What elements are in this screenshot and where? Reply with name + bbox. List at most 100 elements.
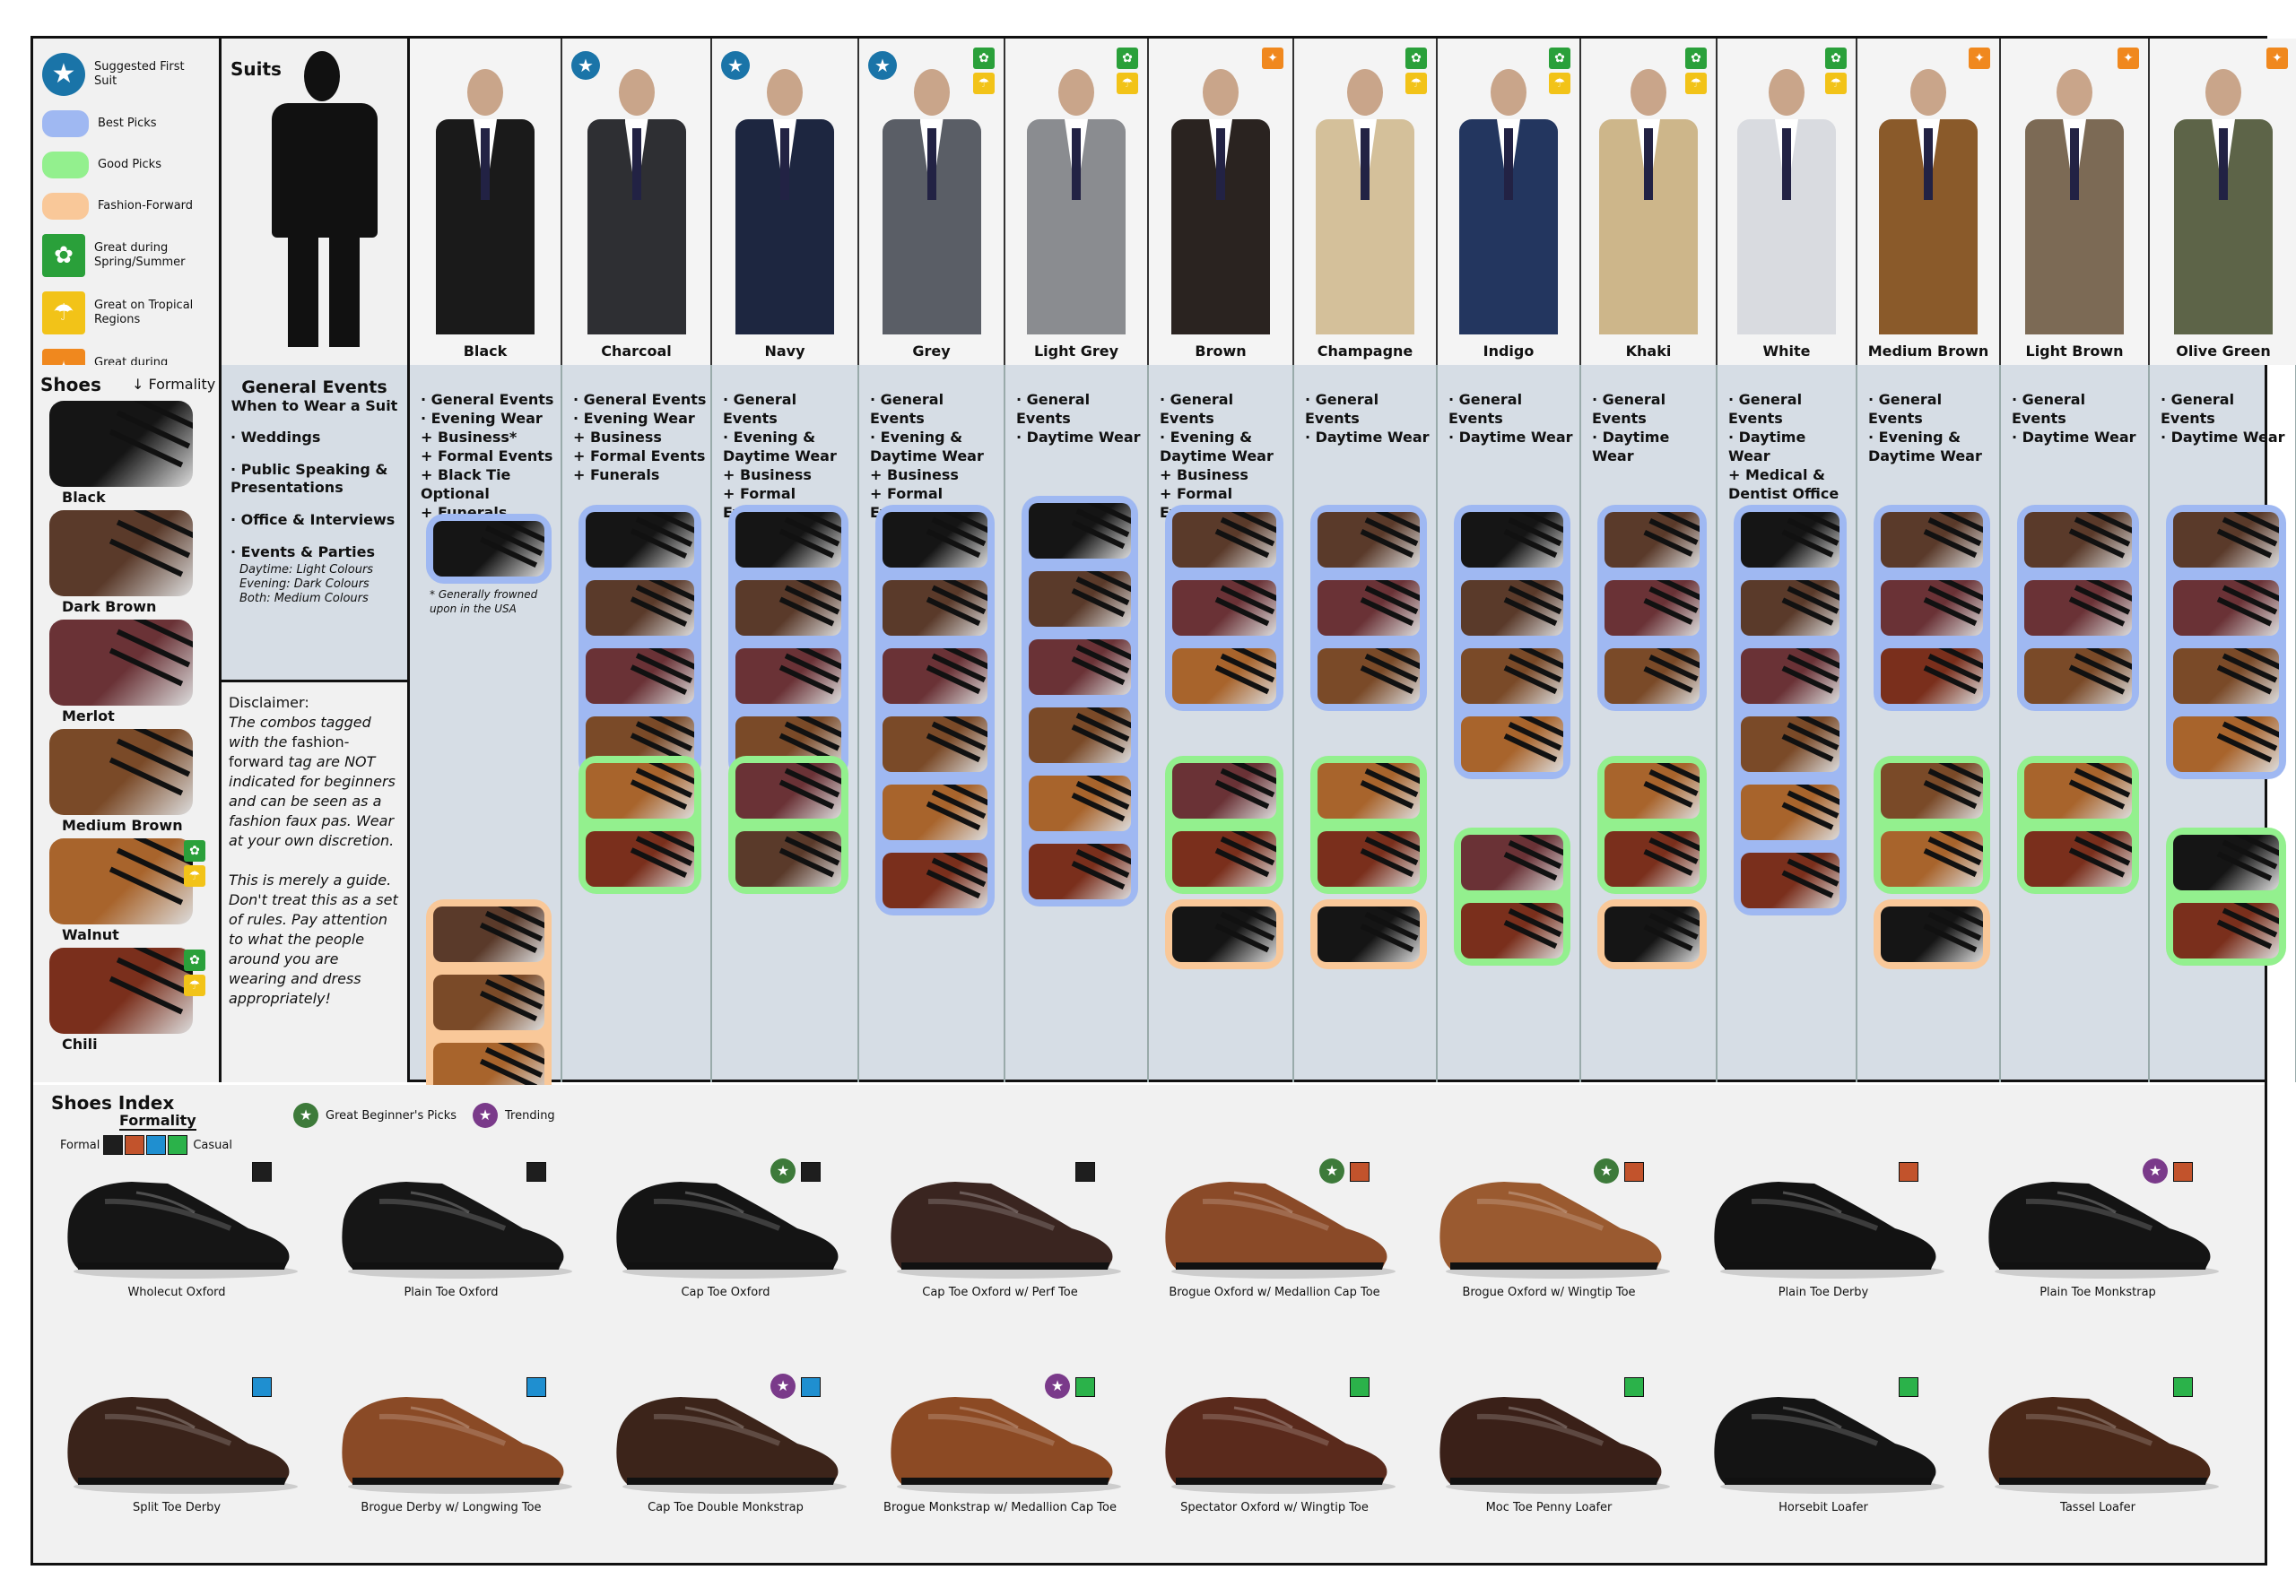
suit-model: [1728, 56, 1845, 334]
pairing-column: · General Events · Daytime Wear: [1005, 365, 1149, 1082]
shoe-thumb: [1881, 512, 1983, 568]
suit-name: Grey: [912, 343, 951, 360]
index-shoe: ★ Plain Toe Monkstrap: [1972, 1157, 2223, 1299]
best-picks-group: [2017, 505, 2139, 711]
umbrella-icon: ☂: [42, 291, 85, 334]
fashion-forward-group: [1310, 899, 1427, 969]
shoe-style-name: Plain Toe Monkstrap: [2039, 1286, 2156, 1299]
legend-label: Great on Tropical Regions: [94, 299, 194, 326]
occasion-text: · General Events · Daytime Wear: [1305, 391, 1430, 446]
shoe-thumb: [2173, 580, 2279, 636]
suit-name: Charcoal: [601, 343, 672, 360]
shoe-thumb: [1461, 648, 1563, 704]
shoe-thumb: [1881, 763, 1983, 819]
legend-best: Best Picks: [42, 110, 210, 137]
maple-leaf-icon: ✦: [2118, 48, 2139, 69]
suit-column: ✿ ☂ Khaki: [1581, 39, 1718, 365]
formality-swatch: [801, 1162, 821, 1182]
shoe-swatch: [49, 729, 193, 815]
shoe-thumb: [1461, 580, 1563, 636]
star-icon: ★: [473, 1103, 498, 1128]
suit-column: ★ Navy: [712, 39, 859, 365]
suit-model: [1162, 56, 1279, 334]
tree-icon: ✿: [973, 48, 995, 69]
suit-column: ✿ ☂ White: [1718, 39, 1857, 365]
formal-label: Formal: [60, 1138, 100, 1152]
shoe-thumb: [2173, 716, 2279, 772]
good-picks-group: [1454, 828, 1570, 966]
shoe-color-item: ✿ ☂ Chili: [49, 948, 205, 1053]
silhouette: [266, 51, 383, 356]
star-icon: ★: [293, 1103, 318, 1128]
shoe-swatch: [49, 401, 193, 487]
good-picks-group: [1874, 756, 1990, 894]
star-icon: ★: [2143, 1158, 2168, 1184]
suit-model: [874, 56, 990, 334]
occasion-text: · General Events · Daytime Wear: [1448, 391, 1573, 446]
occasion-text: · General Events · Evening & Daytime Wea…: [870, 391, 984, 521]
shoe-color-item: Black: [49, 401, 193, 506]
trending-legend: ★ Trending: [473, 1103, 555, 1128]
best-picks-group: [1734, 505, 1847, 915]
infographic-frame: ★ Suggested First Suit Best Picks Good P…: [30, 36, 2296, 1566]
shoe-thumb: [2173, 835, 2279, 890]
shoe-thumb: [735, 763, 841, 819]
star-icon: ★: [571, 51, 600, 80]
best-picks-group: [1165, 505, 1283, 711]
pairing-column: · General Events · Daytime Wear: [1438, 365, 1581, 1082]
event-note: Both: Medium Colours: [239, 592, 369, 605]
shoe-thumb: [1029, 844, 1131, 899]
index-shoe: Plain Toe Oxford: [326, 1157, 577, 1299]
index-shoe: Brogue Derby w/ Longwing Toe: [326, 1372, 577, 1514]
shoe-style-name: Split Toe Derby: [132, 1501, 222, 1514]
umbrella-icon: ☂: [184, 975, 205, 996]
good-picks-group: [1597, 756, 1707, 894]
suit-name: White: [1762, 343, 1811, 360]
occasion-text: · General Events · Evening & Daytime Wea…: [1160, 391, 1274, 521]
shoe-thumb: [1318, 648, 1420, 704]
best-picks-group: [578, 505, 701, 779]
index-shoe: Spectator Oxford w/ Wingtip Toe: [1149, 1372, 1400, 1514]
shoe-thumb: [2173, 648, 2279, 704]
suit-name: Light Grey: [1033, 343, 1119, 360]
formality-label: ↓ Formality: [132, 376, 216, 393]
shoe-style-name: Plain Toe Derby: [1778, 1286, 1869, 1299]
star-icon: ★: [868, 51, 897, 80]
maple-leaf-icon: ✦: [1969, 48, 1990, 69]
shoe-thumb: [883, 853, 987, 908]
shoe-thumb: [2173, 512, 2279, 568]
legend-tropical: ☂ Great on Tropical Regions: [42, 291, 210, 334]
shoe-thumb: [1029, 707, 1131, 763]
suits-header: Suits: [222, 39, 410, 365]
suit-name: Black: [463, 343, 508, 360]
formality-swatch: [1350, 1162, 1370, 1182]
fashion-swatch: [42, 193, 89, 220]
shoes-column: Shoes ↓ Formality Black Dark Brown Merlot M…: [33, 365, 222, 1082]
shoe-style-name: Brogue Oxford w/ Medallion Cap Toe: [1169, 1286, 1380, 1299]
legend-good: Good Picks: [42, 152, 210, 178]
occasion-text: · General Events · Evening & Daytime Wea…: [723, 391, 837, 521]
occasion-text: · General Events · Daytime Wear: [1016, 391, 1141, 446]
shoe-thumb: [586, 763, 694, 819]
umbrella-icon: ☂: [973, 73, 995, 94]
best-picks-group: [1310, 505, 1427, 711]
good-picks-group: [1310, 756, 1427, 894]
good-picks-group: [1165, 756, 1283, 894]
shoe-thumb: [1172, 512, 1276, 568]
beginner-legend: ★ Great Beginner's Picks: [293, 1103, 457, 1128]
legend-label: Suggested First Suit: [94, 60, 185, 88]
suit-name: Indigo: [1483, 343, 1535, 360]
shoe-style-name: Moc Toe Penny Loafer: [1485, 1501, 1613, 1514]
events-title: General Events: [241, 377, 387, 397]
shoe-thumb: [1318, 906, 1420, 962]
suit-name: Light Brown: [2025, 343, 2124, 360]
suit-model: [427, 56, 544, 334]
best-picks-group: [2166, 505, 2286, 779]
shoe-thumb: [1029, 776, 1131, 831]
shoe-thumb: [586, 648, 694, 704]
shoe-thumb: [2024, 648, 2132, 704]
shoe-thumb: [433, 521, 544, 577]
shoe-thumb: [2024, 580, 2132, 636]
shoe-thumb: [883, 648, 987, 704]
best-picks-group: [426, 514, 552, 584]
